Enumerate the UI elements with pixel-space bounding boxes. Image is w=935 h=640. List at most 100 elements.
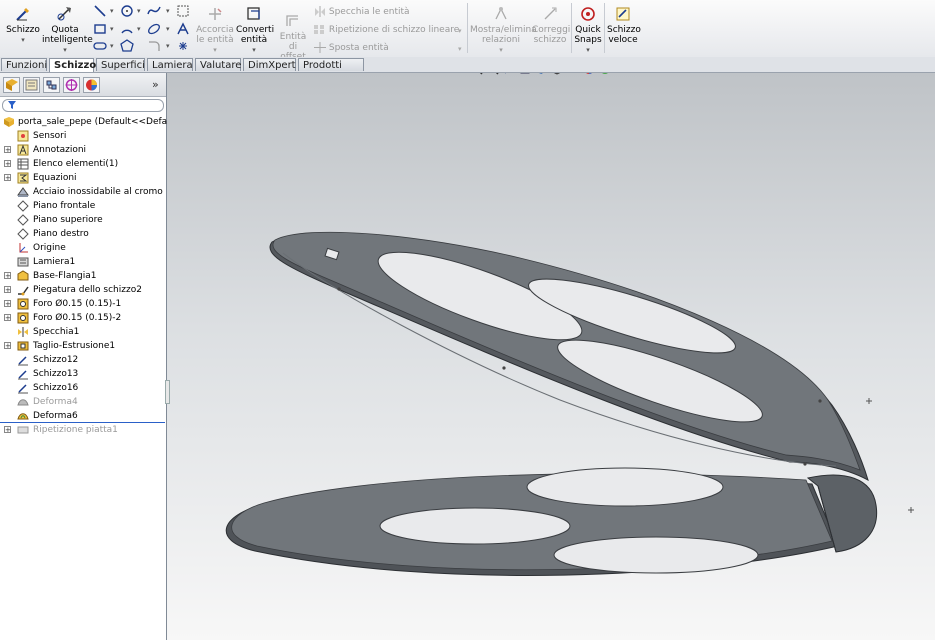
feature-tree-tab[interactable] xyxy=(3,77,20,93)
tab-lamiera[interactable]: Lamiera xyxy=(147,58,193,71)
arc-tool[interactable] xyxy=(119,22,135,36)
quick-snaps-button[interactable]: Quick Snaps ▾ xyxy=(574,5,602,55)
entita-offset-button[interactable]: Entità di offset xyxy=(275,12,311,62)
expand-toggle-icon[interactable]: + xyxy=(4,174,11,182)
tree-item[interactable]: Acciaio inossidabile al cromo xyxy=(0,185,166,199)
sketch-point[interactable] xyxy=(803,462,807,466)
tree-item[interactable]: Schizzo12 xyxy=(0,353,166,367)
expand-toggle-icon[interactable]: + xyxy=(4,300,11,308)
ripetizione-dropdown[interactable]: ▾ xyxy=(458,27,462,35)
circle-dropdown[interactable]: ▾ xyxy=(137,7,141,15)
graphics-area[interactable] xyxy=(167,73,935,640)
panel-splitter-handle[interactable] xyxy=(165,380,170,404)
fillet-icon xyxy=(149,41,160,51)
expand-panel-chevron-icon[interactable]: » xyxy=(152,78,159,91)
text-tool[interactable] xyxy=(175,22,191,36)
sketched-bend-icon xyxy=(18,286,29,296)
circle-tool[interactable] xyxy=(119,4,135,18)
tree-item[interactable]: Lamiera1 xyxy=(0,255,166,269)
slot-dropdown[interactable]: ▾ xyxy=(110,42,114,50)
dimxpert-icon xyxy=(65,79,78,91)
tree-item[interactable]: + Base-Flangia1 xyxy=(0,269,166,283)
expand-toggle-icon[interactable]: + xyxy=(4,272,11,280)
ellipse-dropdown[interactable]: ▾ xyxy=(166,25,170,33)
tree-filter-input[interactable] xyxy=(2,99,164,112)
sposta-entita-button[interactable]: Sposta entità xyxy=(314,42,389,53)
tree-item[interactable]: Schizzo16 xyxy=(0,381,166,395)
tree-item-label: Equazioni xyxy=(33,173,77,183)
tree-item[interactable]: Schizzo13 xyxy=(0,367,166,381)
hole-wizard-icon xyxy=(17,312,29,324)
display-manager-tab[interactable] xyxy=(83,77,100,93)
rollback-bar[interactable] xyxy=(0,422,165,423)
sketch-point[interactable] xyxy=(502,366,506,370)
tree-item[interactable]: Piano destro xyxy=(0,227,166,241)
tree-item[interactable]: Specchia1 xyxy=(0,325,166,339)
tree-item[interactable]: Piano superiore xyxy=(0,213,166,227)
polygon-tool[interactable] xyxy=(119,39,135,53)
ellipse-tool[interactable] xyxy=(146,22,162,36)
property-manager-tab[interactable] xyxy=(23,77,40,93)
tree-item[interactable]: Deforma4 xyxy=(0,395,166,409)
sketch-point[interactable] xyxy=(818,399,822,403)
expand-toggle-icon[interactable]: + xyxy=(4,342,11,350)
sketch-icon xyxy=(18,384,28,394)
converti-entita-button[interactable]: Converti entità ▾ xyxy=(236,5,274,55)
tree-item[interactable]: + Piegatura dello schizzo2 xyxy=(0,283,166,297)
tree-item[interactable]: + Elenco elementi(1) xyxy=(0,157,166,171)
sposta-dropdown[interactable]: ▾ xyxy=(458,45,462,53)
tree-item-label: Piano frontale xyxy=(33,201,96,211)
expand-toggle-icon[interactable]: + xyxy=(4,286,11,294)
spline-tool[interactable] xyxy=(146,4,162,18)
accorcia-entita-button[interactable]: Accorcia le entità ▾ xyxy=(195,5,235,55)
specchia-entita-button[interactable]: Specchia le entità xyxy=(314,6,410,17)
tab-prodotti-office[interactable]: Prodotti Office xyxy=(298,58,364,84)
schizzo-veloce-button[interactable]: Schizzo veloce xyxy=(607,5,641,45)
tree-item[interactable]: + Ripetizione piatta1 xyxy=(0,423,166,437)
sketch-point[interactable] xyxy=(337,287,341,291)
tree-root[interactable]: porta_sale_pepe (Default<<Default>_ xyxy=(0,115,191,129)
spline-dropdown[interactable]: ▾ xyxy=(166,7,170,15)
dimxpert-manager-tab[interactable] xyxy=(63,77,80,93)
line-tool[interactable] xyxy=(92,4,108,18)
rectangle-tool[interactable] xyxy=(92,22,108,36)
tree-item[interactable]: Origine xyxy=(0,241,166,255)
tab-schizzo[interactable]: Schizzo xyxy=(49,58,96,72)
tab-superfici[interactable]: Superfici xyxy=(96,58,145,71)
expand-toggle-icon[interactable]: + xyxy=(4,314,11,322)
configuration-manager-tab[interactable] xyxy=(43,77,60,93)
rectangle-dropdown[interactable]: ▾ xyxy=(110,25,114,33)
tree-item[interactable]: Sensori xyxy=(0,129,166,143)
fillet-tool[interactable] xyxy=(146,39,162,53)
sketch-grid-tool[interactable] xyxy=(175,4,191,18)
expand-toggle-icon[interactable]: + xyxy=(4,426,11,434)
tree-item[interactable]: Piano frontale xyxy=(0,199,166,213)
line-dropdown[interactable]: ▾ xyxy=(110,7,114,15)
ripetizione-lineare-button[interactable]: Ripetizione di schizzo lineare xyxy=(314,24,459,35)
tab-valutare[interactable]: Valutare xyxy=(195,58,241,71)
slot-tool[interactable] xyxy=(92,39,108,53)
lower-hole-2 xyxy=(379,507,571,545)
schizzo-button[interactable]: Schizzo ▾ xyxy=(6,5,40,45)
fillet-dropdown[interactable]: ▾ xyxy=(166,42,170,50)
sheet-metal-part[interactable] xyxy=(167,73,935,640)
expand-toggle-icon[interactable]: + xyxy=(4,146,11,154)
tree-item[interactable]: + Taglio-Estrusione1 xyxy=(0,339,166,353)
correggi-schizzo-button[interactable]: Correggi schizzo xyxy=(532,5,570,45)
expand-toggle-icon[interactable]: + xyxy=(4,160,11,168)
property-manager-icon xyxy=(25,79,38,91)
point-tool[interactable] xyxy=(175,39,191,53)
tree-item[interactable]: + Annotazioni xyxy=(0,143,166,157)
tab-dimxpert[interactable]: DimXpert xyxy=(243,58,296,71)
mostra-elimina-relazioni-button[interactable]: Mostra/elimina relazioni ▾ xyxy=(470,5,537,55)
plane-icon xyxy=(17,228,29,240)
tree-item[interactable]: + Equazioni xyxy=(0,171,166,185)
slot-icon xyxy=(93,42,107,50)
tree-item[interactable]: + Foro Ø0.15 (0.15)-1 xyxy=(0,297,166,311)
arc-dropdown[interactable]: ▾ xyxy=(137,25,141,33)
quota-intelligente-button[interactable]: Quota intelligente ▾ xyxy=(42,5,93,55)
tree-item[interactable]: Deforma6 xyxy=(0,409,166,423)
tree-item[interactable]: + Foro Ø0.15 (0.15)-2 xyxy=(0,311,166,325)
tab-funzioni[interactable]: Funzioni xyxy=(1,58,47,71)
rapid-sketch-icon xyxy=(616,7,630,21)
